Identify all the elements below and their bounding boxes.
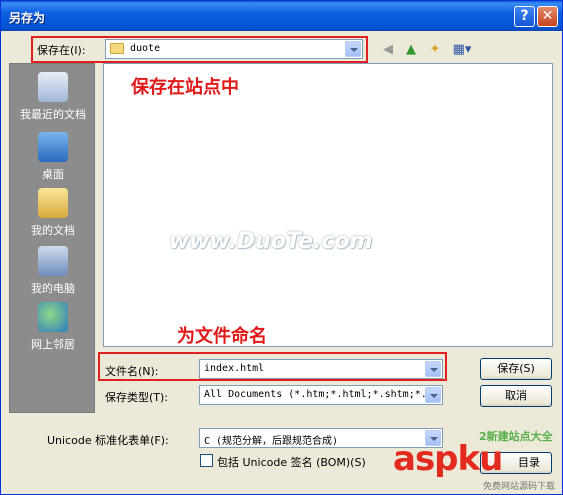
place-label: 我最近的文档	[20, 108, 86, 121]
place-label: 我的电脑	[31, 282, 75, 295]
save-as-dialog: 另存为 ? ✕ 保存在(I): duote ◀ ▲ ✦ ▦▾ 我最近的文档 桌面…	[0, 0, 563, 495]
help-button[interactable]: ?	[514, 6, 535, 27]
recent-documents-icon	[38, 72, 68, 102]
close-button[interactable]: ✕	[537, 6, 558, 27]
place-my-computer[interactable]: 我的电脑	[10, 246, 96, 296]
encoding-label: Unicode 标准化表单(F):	[47, 434, 169, 447]
title-bar[interactable]: 另存为 ? ✕	[1, 1, 562, 31]
filetype-value: All Documents (*.htm;*.html;*.shtm;*.	[204, 389, 427, 400]
up-folder-icon[interactable]: ▲	[402, 41, 420, 59]
back-icon[interactable]: ◀	[379, 41, 397, 59]
bom-label: 包括 Unicode 签名 (BOM)(S)	[217, 456, 366, 469]
watermark-text: www.DuoTe.com	[169, 229, 373, 254]
brand-footer: 免费网站源码下载站!	[483, 482, 556, 492]
file-list[interactable]	[103, 63, 553, 347]
my-documents-icon	[38, 188, 68, 218]
encoding-value: C (规范分解，后跟规范合成)	[204, 436, 339, 447]
filename-value: index.html	[204, 363, 265, 374]
filename-input[interactable]: index.html	[199, 359, 443, 379]
places-bar: 我最近的文档 桌面 我的文档 我的电脑 网上邻居	[9, 63, 95, 413]
place-my-documents[interactable]: 我的文档	[10, 188, 96, 238]
place-recent-documents[interactable]: 我最近的文档	[10, 72, 96, 122]
window-title: 另存为	[9, 11, 46, 25]
place-label: 网上邻居	[31, 338, 75, 351]
save-in-highlight	[31, 36, 368, 63]
save-button[interactable]: 保存(S)	[480, 358, 552, 380]
new-folder-icon[interactable]: ✦	[426, 41, 444, 59]
place-label: 桌面	[42, 168, 64, 181]
my-computer-icon	[38, 246, 68, 276]
view-menu-icon[interactable]: ▦▾	[450, 41, 474, 59]
network-places-icon	[38, 302, 68, 332]
brand-logo: aspku	[393, 439, 503, 479]
annotation-save-in-site: 保存在站点中	[131, 77, 239, 98]
chevron-down-icon[interactable]	[425, 361, 441, 377]
place-label: 我的文档	[31, 224, 75, 237]
place-desktop[interactable]: 桌面	[10, 132, 96, 182]
annotation-name-file: 为文件命名	[177, 326, 267, 347]
chevron-down-icon[interactable]	[425, 387, 441, 403]
bom-checkbox[interactable]	[200, 454, 213, 467]
desktop-icon	[38, 132, 68, 162]
filetype-label: 保存类型(T):	[105, 391, 169, 404]
cancel-button[interactable]: 取消	[480, 385, 552, 407]
place-network[interactable]: 网上邻居	[10, 302, 96, 352]
filetype-dropdown[interactable]: All Documents (*.htm;*.html;*.shtm;*.	[199, 385, 443, 405]
filename-label: 文件名(N):	[105, 365, 159, 378]
